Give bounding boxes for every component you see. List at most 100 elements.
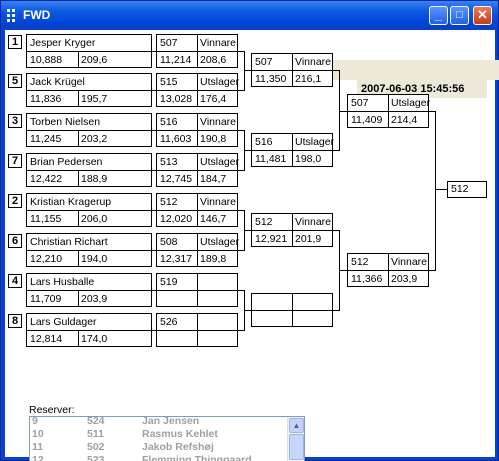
round2-cell[interactable]: [251, 293, 333, 327]
cell-text: 12,020: [160, 213, 193, 225]
seed-number: 8: [8, 314, 22, 328]
cell-text: 11,366: [351, 273, 383, 285]
round2-cell[interactable]: 516 Utslager 11,481 198,0: [251, 133, 335, 167]
minimize-button[interactable]: _: [429, 6, 448, 25]
result-cell[interactable]: 507 Vinnare 11,214 208,6: [156, 34, 238, 68]
bracket-line: [152, 330, 156, 331]
cell-text: Jesper Kryger: [30, 37, 96, 49]
cell-text: 11,409: [351, 114, 383, 126]
competitor-cell[interactable]: Torben Nielsen 11,245 203,2: [26, 113, 152, 147]
cell-text: 11,155: [30, 213, 62, 225]
bracket-line: [244, 70, 251, 71]
competitor-cell[interactable]: Jesper Kryger 10,888 209,6: [26, 34, 152, 68]
round2-cell[interactable]: 507 Vinnare 11,350 216,1: [251, 53, 333, 87]
maximize-button[interactable]: □: [450, 6, 469, 25]
bracket-line: [244, 51, 245, 91]
app-window: FWD _ □ ✕ FWD 2007-06-03 15:45:56 1Jespe…: [0, 0, 499, 461]
cell-text: 194,0: [81, 253, 108, 265]
seed-number: 1: [8, 35, 22, 49]
competitor-cell[interactable]: Lars Husballe 11,709 203,9: [26, 273, 152, 307]
result-cell[interactable]: 519: [156, 273, 238, 307]
cell-text: 195,7: [81, 93, 108, 105]
reserve-num: 511: [87, 428, 104, 440]
competitor-cell[interactable]: Christian Richart 12,210 194,0: [26, 233, 152, 267]
cell-text: Vinnare: [295, 56, 332, 68]
seed-number: 4: [8, 274, 22, 288]
result-cell[interactable]: 515 Utslager 13,028 176,4: [156, 73, 240, 107]
result-cell[interactable]: 512 Vinnare 12,020 146,7: [156, 193, 238, 227]
cell-text: 174,0: [81, 333, 108, 345]
cell-text: 11,603: [160, 133, 192, 145]
reserves-list[interactable]: 9 524 Jan Jensen 10 511 Rasmus Kehlet 11 502 Jak…: [29, 416, 305, 461]
reserve-item[interactable]: 11 502 Jakob Refshøj: [30, 441, 286, 454]
result-cell[interactable]: 516 Vinnare 11,603 190,8: [156, 113, 238, 147]
cell-text: 12,210: [30, 253, 63, 265]
cell-text: Utslager: [295, 136, 335, 148]
cell-text: Jack Krügel: [30, 76, 85, 88]
close-button[interactable]: ✕: [473, 6, 492, 25]
reserve-pos: 10: [32, 428, 44, 440]
cell-text: 203,2: [81, 133, 108, 145]
reserves-scrollbar[interactable]: ▲ ▼: [287, 417, 304, 461]
cell-text: Utslager: [200, 236, 240, 248]
cell-text: Vinnare: [295, 216, 332, 228]
reserve-name: Jakob Refshøj: [142, 441, 214, 453]
cell-text: Utslager: [200, 76, 240, 88]
cell-text: 11,350: [255, 73, 287, 85]
result-cell[interactable]: 513 Utslager 12,745 184,7: [156, 153, 239, 187]
seed-number: 6: [8, 234, 22, 248]
competitor-cell[interactable]: Lars Guldager 12,814 174,0: [26, 313, 152, 347]
final-winner-cell[interactable]: 512: [447, 181, 487, 198]
cell-text: 512: [255, 216, 273, 228]
round3-cell[interactable]: 507 Utslager 11,409 214,4: [347, 94, 430, 128]
bracket-line: [152, 170, 156, 171]
bracket-line: [152, 130, 156, 131]
scroll-thumb[interactable]: [289, 434, 304, 460]
reserve-name: Rasmus Kehlet: [142, 428, 218, 440]
cell-text: 208,6: [200, 54, 227, 66]
cell-text: Lars Husballe: [30, 276, 95, 288]
cell-text: 203,9: [81, 293, 108, 305]
cell-text: 12,317: [160, 253, 193, 265]
cell-text: 512: [351, 256, 369, 268]
result-cell[interactable]: 508 Utslager 12,317 189,8: [156, 233, 240, 267]
competitor-cell[interactable]: Jack Krügel 11,836 195,7: [26, 73, 152, 107]
bracket-line: [152, 210, 156, 211]
title-bar[interactable]: FWD _ □ ✕: [1, 1, 498, 29]
seed-number: 7: [8, 154, 22, 168]
cell-text: 146,7: [200, 213, 227, 225]
bracket-line: [339, 111, 347, 112]
cell-text: 11,709: [30, 293, 62, 305]
cell-text: 515: [160, 76, 178, 88]
result-cell[interactable]: 526: [156, 313, 238, 347]
cell-text: 519: [160, 276, 178, 288]
bracket-line: [152, 90, 156, 91]
cell-text: 176,4: [200, 93, 227, 105]
bracket-line: [435, 111, 436, 271]
cell-text: 189,8: [200, 253, 227, 265]
reserve-num: 524: [87, 416, 105, 427]
cell-text: 209,6: [81, 54, 108, 66]
bracket-line: [244, 230, 251, 231]
cell-text: Torben Nielsen: [30, 116, 101, 128]
cell-text: 507: [351, 97, 369, 109]
cell-text: 190,8: [200, 133, 227, 145]
cell-text: Vinnare: [200, 37, 237, 49]
cell-text: 507: [160, 37, 178, 49]
reserve-item[interactable]: 10 511 Rasmus Kehlet: [30, 428, 286, 441]
competitor-cell[interactable]: Kristian Kragerup 11,155 206,0: [26, 193, 152, 227]
cell-text: 203,9: [391, 273, 418, 285]
scroll-up-icon[interactable]: ▲: [289, 418, 304, 433]
cell-text: 206,0: [81, 213, 108, 225]
cell-text: Brian Pedersen: [30, 156, 103, 168]
competitor-cell[interactable]: Brian Pedersen 12,422 188,9: [26, 153, 152, 187]
round2-cell[interactable]: 512 Vinnare 12,921 201,9: [251, 213, 333, 247]
cell-text: 188,9: [81, 173, 108, 185]
cell-text: Vinnare: [391, 256, 428, 268]
round3-cell[interactable]: 512 Vinnare 11,366 203,9: [347, 253, 429, 287]
cell-text: 512: [160, 196, 178, 208]
cell-text: 12,814: [30, 333, 63, 345]
reserve-item[interactable]: 9 524 Jan Jensen: [30, 416, 286, 428]
bracket-area: FWD 2007-06-03 15:45:56 1Jesper Kryger10…: [5, 30, 499, 461]
reserve-item[interactable]: 12 523 Flemming Thinggaard: [30, 454, 286, 461]
